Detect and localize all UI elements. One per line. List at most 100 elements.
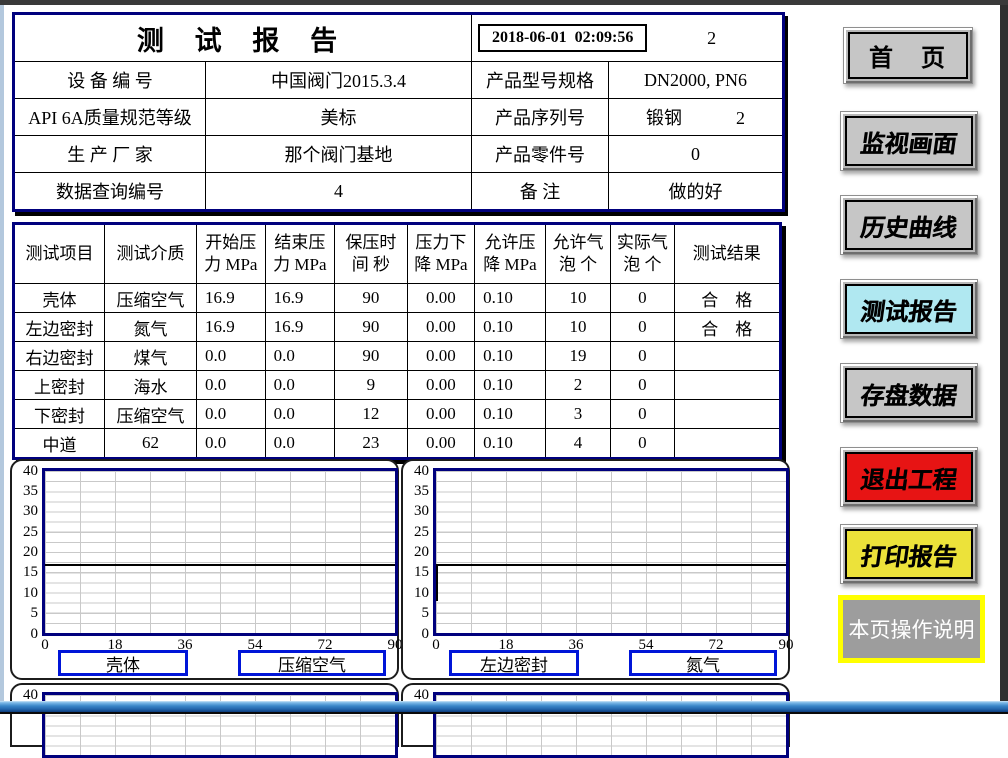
y-tick: 5 [12, 604, 38, 622]
cell: 0.00 [407, 429, 474, 459]
col-header-test-medium: 测试介质 [105, 224, 197, 284]
cell: 上密封 [14, 371, 105, 400]
label-part-number: 产品零件号 [472, 136, 609, 173]
col-header-test-result: 测试结果 [674, 224, 780, 284]
y-tick: 40 [12, 462, 38, 480]
history-curve-button[interactable]: 历史曲线 [840, 195, 978, 255]
y-tick: 20 [12, 543, 38, 561]
y-tick: 35 [403, 482, 429, 500]
cell: 海水 [105, 371, 197, 400]
home-button[interactable]: 首 页 [843, 27, 973, 84]
datetime-display: 2018-06-01 02:09:56 [478, 24, 647, 52]
saved-data-button-label: 存盘数据 [859, 376, 960, 411]
y-tick: 25 [12, 523, 38, 541]
value-device-number: 中国阀门2015.3.4 [206, 62, 472, 99]
table-row-left-seal: 左边密封 氮气 16.9 16.9 90 0.00 0.10 10 0 合 格 [14, 313, 781, 342]
cell: 0.10 [475, 429, 546, 459]
table-row-right-seal: 右边密封 煤气 0.0 0.0 90 0.00 0.10 19 0 [14, 342, 781, 371]
test-table-header-row: 测试项目 测试介质 开始压 力 MPa 结束压 力 MPa 保压时 间 秒 压力… [14, 224, 781, 284]
test-report-button-label: 测试报告 [859, 292, 960, 327]
chart-item-label: 左边密封 [449, 650, 579, 676]
test-report-button[interactable]: 测试报告 [840, 279, 978, 339]
cell: 0.10 [475, 400, 546, 429]
y-tick: 30 [403, 502, 429, 520]
cell: 0.10 [475, 342, 546, 371]
window-right-border [1000, 5, 1008, 701]
cell: 90 [335, 313, 408, 342]
pressure-rise-segment [436, 564, 438, 601]
chart-clipped-4: 40 [401, 683, 790, 747]
cell: 0.0 [197, 400, 266, 429]
col-header-allowed-bubbles: 允许气 泡 个 [545, 224, 610, 284]
y-tick: 25 [403, 523, 429, 541]
cell: 90 [335, 342, 408, 371]
value-serial-number: 锻钢 2 [609, 99, 784, 136]
cell: 12 [335, 400, 408, 429]
exit-project-button-label: 退出工程 [859, 460, 960, 495]
print-report-button[interactable]: 打印报告 [840, 524, 978, 584]
exit-project-button[interactable]: 退出工程 [840, 447, 978, 507]
col-header-test-item: 测试项目 [14, 224, 105, 284]
cell: 壳体 [14, 284, 105, 313]
value-manufacturer: 那个阀门基地 [206, 136, 472, 173]
label-manufacturer: 生 产 厂 家 [14, 136, 206, 173]
table-row-top-seal: 上密封 海水 0.0 0.0 9 0.00 0.10 2 0 [14, 371, 781, 400]
label-remark: 备 注 [472, 173, 609, 211]
page-title: 测 试 报 告 [14, 14, 472, 62]
taskbar-edge [0, 701, 1008, 714]
cell: 0 [611, 342, 674, 371]
chart-shell: 40 35 30 25 20 15 10 5 0 0 18 36 54 72 9… [10, 459, 399, 680]
report-info-table: 测 试 报 告 2018-06-01 02:09:56 2 设 备 编 号 中国… [12, 12, 785, 212]
col-header-start-pressure: 开始压 力 MPa [197, 224, 266, 284]
cell: 中道 [14, 429, 105, 459]
col-header-pressure-drop: 压力下 降 MPa [407, 224, 474, 284]
cell-result: 合 格 [674, 284, 780, 313]
cell: 0.10 [475, 371, 546, 400]
cell: 4 [545, 429, 610, 459]
y-tick: 30 [12, 502, 38, 520]
cell: 0.0 [265, 342, 335, 371]
print-report-button-label: 打印报告 [859, 537, 960, 572]
y-tick: 10 [403, 584, 429, 602]
plot-area [433, 468, 789, 636]
pressure-curve [436, 564, 786, 566]
cell: 0.0 [197, 371, 266, 400]
chart-item-label: 壳体 [58, 650, 188, 676]
col-header-end-pressure: 结束压 力 MPa [265, 224, 335, 284]
label-api-grade: API 6A质量规范等级 [14, 99, 206, 136]
y-tick: 20 [403, 543, 429, 561]
table-row-shell: 壳体 压缩空气 16.9 16.9 90 0.00 0.10 10 0 合 格 [14, 284, 781, 313]
cell: 10 [545, 313, 610, 342]
cell: 氮气 [105, 313, 197, 342]
value-remark: 做的好 [609, 173, 784, 211]
table-row-bottom-seal: 下密封 压缩空气 0.0 0.0 12 0.00 0.10 3 0 [14, 400, 781, 429]
cell: 压缩空气 [105, 400, 197, 429]
table-row-middle: 中道 62 0.0 0.0 23 0.00 0.10 4 0 [14, 429, 781, 459]
home-button-label: 首 页 [869, 38, 947, 73]
value-product-model: DN2000, PN6 [609, 62, 784, 99]
y-tick: 15 [403, 563, 429, 581]
monitor-screen-button[interactable]: 监视画面 [840, 111, 978, 171]
cell: 0.0 [265, 429, 335, 459]
plot-area [42, 468, 398, 636]
y-tick: 15 [12, 563, 38, 581]
value-query-number: 4 [206, 173, 472, 211]
cell: 0 [611, 313, 674, 342]
cell: 90 [335, 284, 408, 313]
cell: 16.9 [197, 284, 266, 313]
cell: 0.0 [197, 429, 266, 459]
cell: 0.10 [475, 284, 546, 313]
test-result-table: 测试项目 测试介质 开始压 力 MPa 结束压 力 MPa 保压时 间 秒 压力… [12, 222, 782, 460]
cell: 16.9 [265, 284, 335, 313]
cell: 右边密封 [14, 342, 105, 371]
chart-clipped-3: 40 [10, 683, 399, 747]
cell-result [674, 342, 780, 371]
monitor-screen-button-label: 监视画面 [859, 124, 960, 159]
cell: 0.00 [407, 284, 474, 313]
page-help-button[interactable]: 本页操作说明 [838, 595, 985, 663]
cell: 19 [545, 342, 610, 371]
y-tick: 35 [12, 482, 38, 500]
saved-data-button[interactable]: 存盘数据 [840, 363, 978, 423]
cell: 0 [611, 429, 674, 459]
cell: 0.10 [475, 313, 546, 342]
